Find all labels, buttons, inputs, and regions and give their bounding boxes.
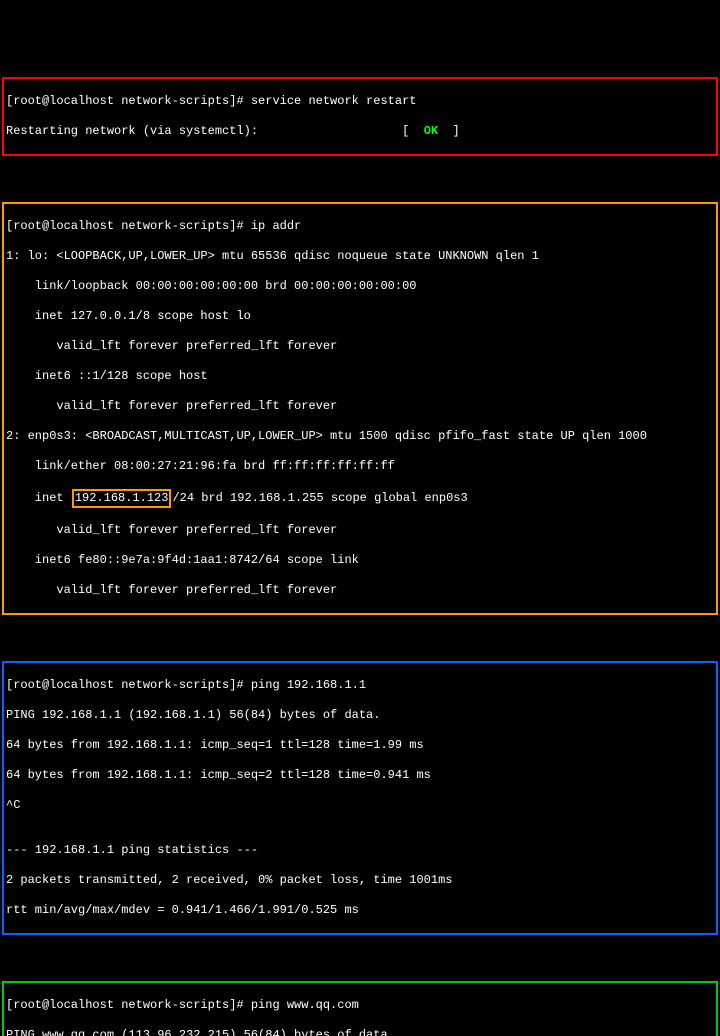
ping-gateway-block: [root@localhost network-scripts]# ping 1… [2,661,718,935]
output-line: 64 bytes from 192.168.1.1: icmp_seq=1 tt… [6,738,714,753]
prompt-line: [root@localhost network-scripts]# ip add… [6,219,714,234]
output-line: valid_lft forever preferred_lft forever [6,583,714,598]
output-line: inet 127.0.0.1/8 scope host lo [6,309,714,324]
output-line: link/ether 08:00:27:21:96:fa brd ff:ff:f… [6,459,714,474]
output-line: inet6 ::1/128 scope host [6,369,714,384]
output-line: valid_lft forever preferred_lft forever [6,399,714,414]
restart-result: Restarting network (via systemctl): [ OK… [6,124,714,139]
output-line: valid_lft forever preferred_lft forever [6,339,714,354]
output-line: 1: lo: <LOOPBACK,UP,LOWER_UP> mtu 65536 … [6,249,714,264]
highlighted-ip: 192.168.1.123 [72,489,172,508]
restart-text: Restarting network (via systemctl): [6,124,258,138]
ok-status: OK [424,124,438,138]
output-line: --- 192.168.1.1 ping statistics --- [6,843,714,858]
output-line: PING www.qq.com (113.96.232.215) 56(84) … [6,1028,714,1036]
ip-addr-block: [root@localhost network-scripts]# ip add… [2,202,718,615]
prompt-line: [root@localhost network-scripts]# ping w… [6,998,714,1013]
output-line: valid_lft forever preferred_lft forever [6,523,714,538]
output-line: PING 192.168.1.1 (192.168.1.1) 56(84) by… [6,708,714,723]
output-line: 64 bytes from 192.168.1.1: icmp_seq=2 tt… [6,768,714,783]
output-line: link/loopback 00:00:00:00:00:00 brd 00:0… [6,279,714,294]
ip-suffix: /24 brd 192.168.1.255 scope global enp0s… [172,491,467,505]
prompt-line: [root@localhost network-scripts]# servic… [6,94,714,109]
ip-prefix: inet [6,491,71,505]
output-line: 2: enp0s3: <BROADCAST,MULTICAST,UP,LOWER… [6,429,714,444]
output-line: 2 packets transmitted, 2 received, 0% pa… [6,873,714,888]
ping-domain-block: [root@localhost network-scripts]# ping w… [2,981,718,1036]
ok-bracket-close: ] [438,124,460,138]
highlighted-ip-line: inet 192.168.1.123/24 brd 192.168.1.255 … [6,489,714,508]
ok-bracket: [ [402,124,424,138]
output-line: ^C [6,798,714,813]
prompt-line: [root@localhost network-scripts]# ping 1… [6,678,714,693]
output-line: rtt min/avg/max/mdev = 0.941/1.466/1.991… [6,903,714,918]
service-restart-block: [root@localhost network-scripts]# servic… [2,77,718,156]
output-line: inet6 fe80::9e7a:9f4d:1aa1:8742/64 scope… [6,553,714,568]
